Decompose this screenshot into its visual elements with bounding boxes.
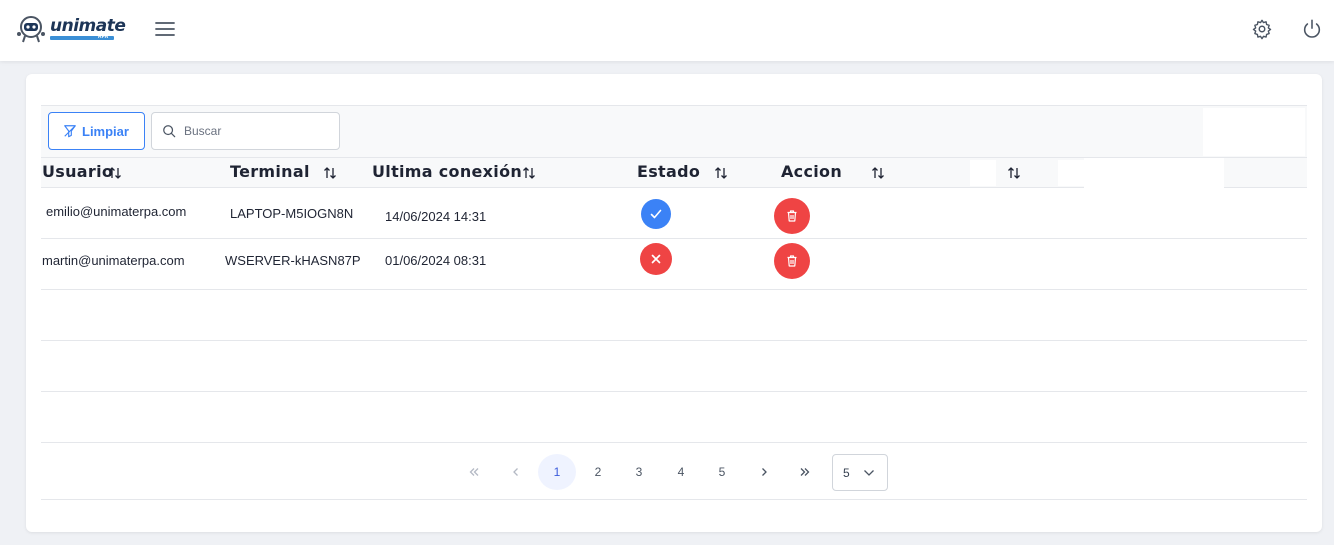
gear-icon xyxy=(1252,19,1272,40)
settings-button[interactable] xyxy=(1251,18,1273,40)
next-page-button[interactable] xyxy=(745,454,783,490)
sort-icon[interactable] xyxy=(714,166,728,180)
sort-icon[interactable] xyxy=(108,166,122,180)
column-header-estado[interactable]: Estado xyxy=(637,162,700,181)
status-disconnected-badge xyxy=(640,243,672,275)
chevron-double-left-icon xyxy=(469,468,479,476)
column-header-accion[interactable]: Accion xyxy=(781,162,842,181)
trash-icon xyxy=(787,210,797,222)
page-size-value: 5 xyxy=(843,465,850,480)
chevron-right-icon xyxy=(762,468,767,476)
page-button-4[interactable]: 4 xyxy=(662,454,700,490)
table-row: emilio@unimaterpa.com LAPTOP-M5IOGN8N 14… xyxy=(41,188,1307,239)
search-box xyxy=(151,112,340,150)
cell-terminal: LAPTOP-M5IOGN8N xyxy=(230,206,354,221)
sort-icon[interactable] xyxy=(871,166,885,180)
hamburger-menu-button[interactable] xyxy=(154,19,176,39)
clear-filters-label: Limpiar xyxy=(82,123,129,139)
page-size-select[interactable]: 5 xyxy=(832,454,888,491)
page-button-5[interactable]: 5 xyxy=(703,454,741,490)
previous-page-button[interactable] xyxy=(497,454,535,490)
toolbar-blank-area xyxy=(1203,108,1305,156)
last-page-button[interactable] xyxy=(786,454,824,490)
chevron-double-right-icon xyxy=(800,468,810,476)
sort-icon[interactable] xyxy=(323,166,337,180)
first-page-button[interactable] xyxy=(455,454,493,490)
power-icon xyxy=(1303,19,1321,38)
filter-slash-icon xyxy=(64,125,76,138)
sort-icon[interactable] xyxy=(1007,166,1021,180)
pagination: 1 2 3 4 5 5 xyxy=(41,444,1307,500)
page-button-2[interactable]: 2 xyxy=(579,454,617,490)
cell-ultima-conexion: 01/06/2024 08:31 xyxy=(385,253,487,268)
header-blank xyxy=(970,160,996,186)
sessions-card: Limpiar Usuario Terminal Ultima conexión… xyxy=(26,74,1322,532)
cell-ultima-conexion: 14/06/2024 14:31 xyxy=(385,209,487,224)
column-header-usuario[interactable]: Usuario xyxy=(42,162,113,181)
cell-usuario: martin@unimaterpa.com xyxy=(42,253,185,268)
sort-icon[interactable] xyxy=(522,166,536,180)
app-logo[interactable]: unimate RPA xyxy=(16,14,126,46)
header-blank xyxy=(1058,160,1084,186)
robot-logo-icon xyxy=(17,16,45,43)
search-icon xyxy=(163,125,176,138)
table-row: martin@unimaterpa.com WSERVER-kHASN87P 0… xyxy=(41,239,1307,290)
page-button-1[interactable]: 1 xyxy=(538,454,576,490)
trash-icon xyxy=(787,255,797,267)
logo-subtext: RPA xyxy=(98,34,109,40)
delete-button[interactable] xyxy=(774,243,810,279)
check-icon xyxy=(650,209,662,219)
header-blank xyxy=(1084,158,1224,188)
delete-button[interactable] xyxy=(774,198,810,234)
search-input[interactable] xyxy=(184,124,334,138)
cell-terminal: WSERVER-kHASN87P xyxy=(225,253,361,268)
logo-text: unimate xyxy=(50,16,126,36)
empty-table-row xyxy=(41,341,1307,392)
chevron-left-icon xyxy=(513,468,518,476)
page-button-3[interactable]: 3 xyxy=(620,454,658,490)
column-header-terminal[interactable]: Terminal xyxy=(230,162,310,181)
table-header: Usuario Terminal Ultima conexión Estado … xyxy=(41,158,1307,188)
logout-button[interactable] xyxy=(1301,18,1323,40)
hamburger-menu-icon xyxy=(155,22,175,36)
clear-filters-button[interactable]: Limpiar xyxy=(48,112,145,150)
cell-usuario: emilio@unimaterpa.com xyxy=(46,204,187,219)
status-connected-badge xyxy=(641,199,671,229)
column-header-ultima-conexion[interactable]: Ultima conexión xyxy=(372,162,522,181)
empty-table-row xyxy=(41,290,1307,341)
chevron-down-icon xyxy=(864,470,874,476)
close-icon xyxy=(651,254,661,264)
empty-table-row xyxy=(41,392,1307,443)
top-navbar: unimate RPA xyxy=(0,0,1334,61)
table-toolbar: Limpiar xyxy=(41,105,1307,158)
